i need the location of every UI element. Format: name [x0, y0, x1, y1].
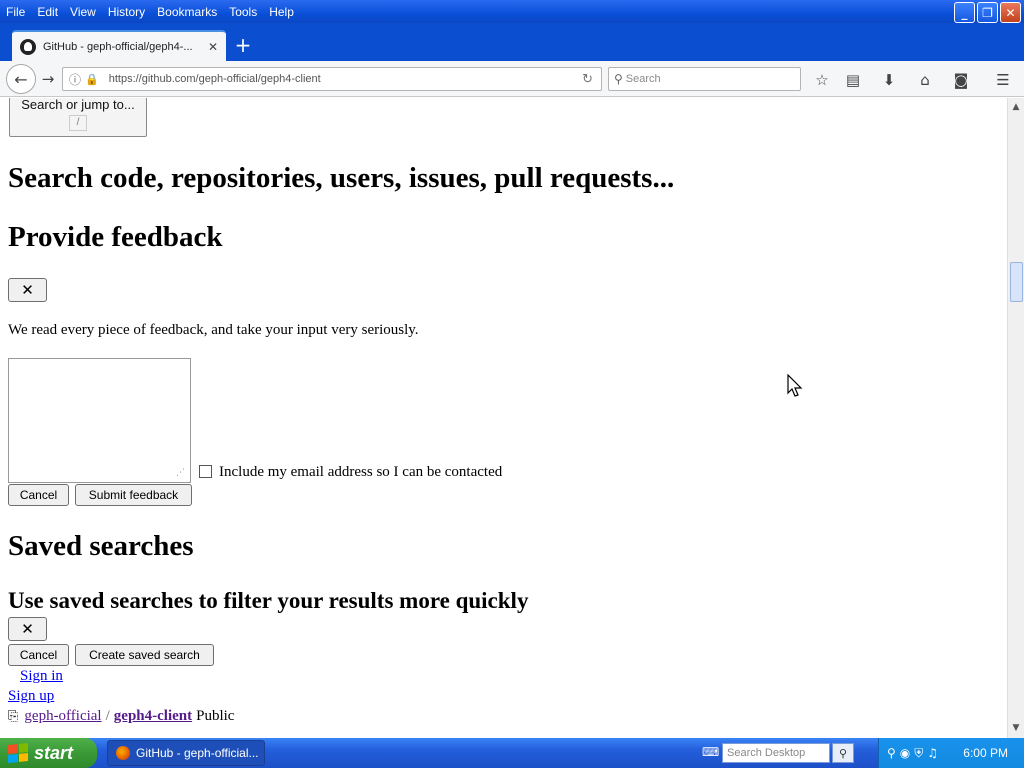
menu-help[interactable]: Help	[263, 2, 300, 22]
repo-separator: /	[105, 708, 110, 724]
search-jump-label: Search or jump to...	[21, 98, 135, 112]
create-saved-search-button[interactable]: Create saved search	[75, 644, 214, 666]
repo-owner-link[interactable]: geph-official	[24, 708, 101, 725]
volume-tray-icon[interactable]: ♫	[927, 746, 938, 760]
page-content: Search or jump to... / Search code, repo…	[0, 98, 1007, 738]
navigation-toolbar: ← → ⓘ 🔒 https://github.com/geph-official…	[0, 61, 1024, 97]
minimize-button[interactable]: _	[954, 2, 975, 23]
pocket-icon[interactable]: ◙	[950, 69, 972, 91]
network-tray-icon[interactable]: ◉	[900, 746, 910, 760]
back-button[interactable]: ←	[6, 64, 36, 94]
forward-button[interactable]: →	[38, 69, 58, 89]
saved-searches-heading: Saved searches	[8, 530, 194, 562]
bookmark-star-icon[interactable]: ☆	[811, 69, 833, 91]
desktop-search-input[interactable]: Search Desktop	[722, 743, 830, 763]
feedback-description: We read every piece of feedback, and tak…	[8, 322, 419, 338]
menu-history[interactable]: History	[102, 2, 151, 22]
start-button[interactable]: start	[0, 738, 97, 768]
window-controls: _ ❐ ✕	[954, 2, 1021, 23]
close-icon: ✕	[21, 620, 34, 638]
start-label: start	[34, 742, 74, 763]
menu-bar: File Edit View History Bookmarks Tools H…	[0, 0, 1024, 23]
repo-icon: ⎘	[8, 709, 19, 724]
reload-icon[interactable]: ↻	[582, 72, 593, 87]
tab-strip: GitHub - geph-official/geph4-... ✕ +	[0, 23, 1024, 61]
taskbar-firefox-item[interactable]: GitHub - geph-official...	[107, 740, 265, 766]
firefox-icon	[116, 746, 130, 760]
include-email-checkbox[interactable]	[199, 465, 212, 478]
download-icon[interactable]: ⬇	[878, 69, 900, 91]
taskbar: start GitHub - geph-official... ⌨ Search…	[0, 738, 1024, 768]
mouse-cursor-icon	[787, 374, 803, 397]
repo-name-link[interactable]: geph4-client	[114, 708, 192, 725]
shortcut-key: /	[69, 115, 87, 131]
vertical-scrollbar[interactable]: ▲ ▼	[1007, 98, 1024, 738]
clock: 6:00 PM	[963, 746, 1008, 760]
hamburger-menu-icon[interactable]: ☰	[992, 69, 1014, 91]
menu-file[interactable]: File	[0, 2, 31, 22]
home-icon[interactable]: ⌂	[914, 69, 936, 91]
tab-close-icon[interactable]: ✕	[208, 40, 218, 54]
search-heading: Search code, repositories, users, issues…	[8, 162, 675, 194]
close-icon: ✕	[21, 281, 34, 299]
menu-view[interactable]: View	[64, 2, 102, 22]
feedback-textarea[interactable]	[8, 358, 191, 483]
windows-logo-icon	[8, 742, 28, 764]
tab-github[interactable]: GitHub - geph-official/geph4-... ✕	[12, 30, 226, 61]
keyboard-icon[interactable]: ⌨	[702, 745, 719, 761]
tab-title: GitHub - geph-official/geph4-...	[43, 40, 193, 53]
github-icon	[20, 38, 36, 55]
search-tray-icon[interactable]: ⚲	[887, 746, 896, 760]
sign-up-link[interactable]: Sign up	[8, 688, 54, 705]
menu-tools[interactable]: Tools	[223, 2, 263, 22]
info-icon[interactable]: ⓘ	[69, 71, 81, 88]
scroll-up-icon[interactable]: ▲	[1008, 99, 1024, 115]
search-jump-button[interactable]: Search or jump to... /	[9, 98, 147, 137]
scroll-down-icon[interactable]: ▼	[1008, 720, 1024, 736]
feedback-heading: Provide feedback	[8, 221, 223, 253]
repo-breadcrumb: ⎘ geph-official / geph4-client Public	[8, 708, 234, 725]
search-bar[interactable]: ⚲ Search	[608, 67, 801, 91]
close-window-button[interactable]: ✕	[1000, 2, 1021, 23]
cancel-saved-search-button[interactable]: Cancel	[8, 644, 69, 666]
restore-button[interactable]: ❐	[977, 2, 998, 23]
search-icon: ⚲	[614, 72, 623, 86]
saved-searches-subheading: Use saved searches to filter your result…	[8, 588, 529, 613]
cancel-feedback-button[interactable]: Cancel	[8, 484, 69, 506]
url-bar[interactable]: ⓘ 🔒 https://github.com/geph-official/gep…	[62, 67, 602, 91]
repo-visibility-label: Public	[196, 708, 235, 724]
lock-warning-icon[interactable]: 🔒	[85, 73, 99, 86]
new-tab-icon[interactable]: +	[232, 35, 254, 57]
system-tray: ⚲ ◉ ⛨ ♫ 6:00 PM	[878, 738, 1024, 768]
search-placeholder: Search	[625, 73, 661, 85]
resize-grip-icon[interactable]: ⋰	[176, 468, 185, 478]
desktop-search-button[interactable]: ⚲	[832, 743, 854, 763]
submit-feedback-button[interactable]: Submit feedback	[75, 484, 192, 506]
sign-in-link[interactable]: Sign in	[20, 668, 63, 685]
menu-edit[interactable]: Edit	[31, 2, 64, 22]
reading-list-icon[interactable]: ▤	[842, 69, 864, 91]
menu-bookmarks[interactable]: Bookmarks	[151, 2, 223, 22]
include-email-label: Include my email address so I can be con…	[219, 464, 503, 480]
close-saved-search-button[interactable]: ✕	[8, 617, 47, 641]
scrollbar-thumb[interactable]	[1010, 262, 1023, 302]
taskbar-item-label: GitHub - geph-official...	[136, 746, 259, 760]
security-tray-icon[interactable]: ⛨	[914, 746, 923, 761]
url-text[interactable]: https://github.com/geph-official/geph4-c…	[109, 73, 582, 85]
close-feedback-button[interactable]: ✕	[8, 278, 47, 302]
